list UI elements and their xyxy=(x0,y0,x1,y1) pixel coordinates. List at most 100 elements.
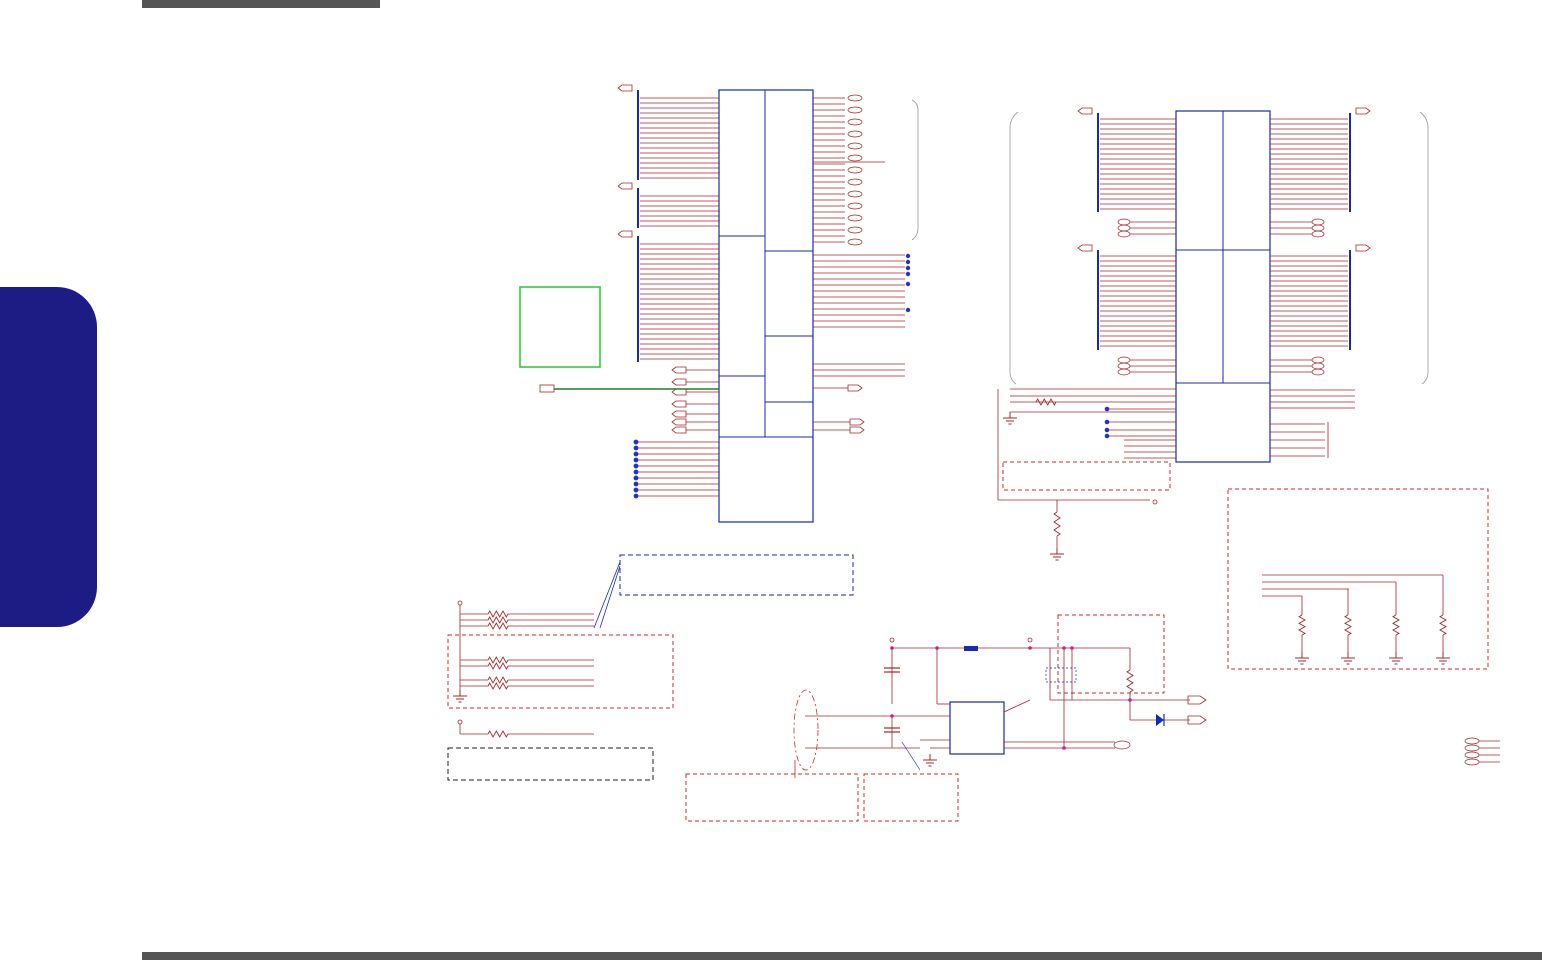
terminator-pad xyxy=(1117,218,1131,226)
resistor xyxy=(1298,614,1306,636)
terminator-pad xyxy=(847,130,863,138)
terminator-pad xyxy=(847,178,863,186)
group-bracket xyxy=(911,99,919,241)
junction-dot xyxy=(633,445,639,451)
group-bracket xyxy=(1009,111,1019,385)
bus-connector xyxy=(1355,244,1371,252)
net-connector xyxy=(1187,715,1207,725)
junction-dot xyxy=(905,259,911,265)
terminator-pad xyxy=(1117,362,1131,370)
terminator-pad xyxy=(1311,224,1325,232)
ground-symbol xyxy=(1389,652,1403,665)
note-pointer xyxy=(593,561,621,629)
junction-dot xyxy=(633,469,639,475)
resistor xyxy=(487,730,509,738)
group-bracket xyxy=(1419,111,1429,385)
junction-dot xyxy=(633,487,639,493)
terminator-pad xyxy=(847,142,863,150)
note-box xyxy=(447,634,674,709)
resistor xyxy=(487,610,509,618)
terminator-pad xyxy=(847,94,863,102)
junction-dot xyxy=(1104,419,1110,425)
junction-dot xyxy=(633,463,639,469)
ground-symbol xyxy=(1436,652,1450,665)
terminator-pad xyxy=(1117,230,1131,238)
note-pointer xyxy=(599,565,621,629)
terminator-pad xyxy=(847,118,863,126)
terminator-pad xyxy=(1117,224,1131,232)
signal-wire xyxy=(1003,699,1031,713)
net-connector xyxy=(671,388,687,396)
bus-connector-left xyxy=(617,230,633,238)
resistor xyxy=(487,682,509,690)
junction-dot xyxy=(633,439,639,445)
junction-dot xyxy=(1062,746,1066,750)
ground-symbol xyxy=(1003,412,1017,425)
net-connector xyxy=(671,410,687,418)
net-connector xyxy=(671,418,687,426)
terminator-pad xyxy=(1464,751,1480,759)
junction-dot xyxy=(633,481,639,487)
terminator-pad xyxy=(847,166,863,174)
ground-symbol xyxy=(923,754,937,767)
junction-dot xyxy=(905,281,911,287)
junction-dot xyxy=(1104,427,1110,433)
bus-connector xyxy=(1355,107,1371,115)
highlight-box-green xyxy=(519,286,601,368)
resistor xyxy=(1035,398,1057,406)
net-connector xyxy=(671,378,687,386)
junction-dot xyxy=(1128,698,1132,702)
terminator-pad xyxy=(1117,368,1131,376)
net-group-ellipse xyxy=(793,689,819,771)
resistor xyxy=(1126,669,1134,693)
regulator-ic-body xyxy=(949,701,1005,755)
note-box-blue xyxy=(619,554,854,596)
terminator-pad xyxy=(847,214,863,222)
junction-dot xyxy=(905,253,911,259)
resistor xyxy=(487,656,509,664)
terminator-pad xyxy=(847,238,863,246)
ground-symbol xyxy=(1295,652,1309,665)
resistor xyxy=(1053,511,1061,537)
terminator-pad xyxy=(847,154,863,162)
terminator-pad xyxy=(1113,740,1131,750)
terminator-pad xyxy=(1311,362,1325,370)
terminator-pad xyxy=(1311,230,1325,238)
misc-circuit-group xyxy=(447,554,1500,822)
test-point xyxy=(1152,499,1158,505)
terminator-pad xyxy=(847,202,863,210)
resistor xyxy=(487,676,509,684)
net-connector xyxy=(539,384,555,393)
bus-connector-left xyxy=(617,84,633,92)
terminator-pad xyxy=(1464,758,1480,766)
note-box xyxy=(1227,488,1489,670)
net-connector xyxy=(671,366,687,374)
bus-connector xyxy=(1077,244,1093,252)
note-box xyxy=(863,773,959,822)
test-point xyxy=(1027,637,1033,643)
junction-dot xyxy=(905,271,911,277)
note-box xyxy=(1057,614,1165,694)
junction-dot xyxy=(633,475,639,481)
terminator-pad xyxy=(1464,744,1480,752)
resistor xyxy=(487,616,509,624)
junction-dot xyxy=(890,714,894,718)
junction-dot xyxy=(1104,406,1110,412)
test-point xyxy=(889,637,895,643)
mosfet-pair xyxy=(1045,667,1077,683)
junction-dot xyxy=(1104,433,1110,439)
note-box xyxy=(685,773,859,822)
junction-dot xyxy=(1070,646,1074,650)
terminator-pad xyxy=(847,226,863,234)
junction-dot xyxy=(633,493,639,499)
note-pointer xyxy=(901,741,921,771)
left-ic-group xyxy=(519,84,919,523)
net-connector xyxy=(1187,695,1207,705)
right-ic-group xyxy=(997,107,1489,670)
net-connector xyxy=(849,418,865,426)
bus-connector xyxy=(1077,107,1093,115)
terminator-pad xyxy=(847,106,863,114)
schematic-diagram xyxy=(447,84,1500,822)
junction-dot xyxy=(905,265,911,271)
terminator-pad xyxy=(1117,356,1131,364)
